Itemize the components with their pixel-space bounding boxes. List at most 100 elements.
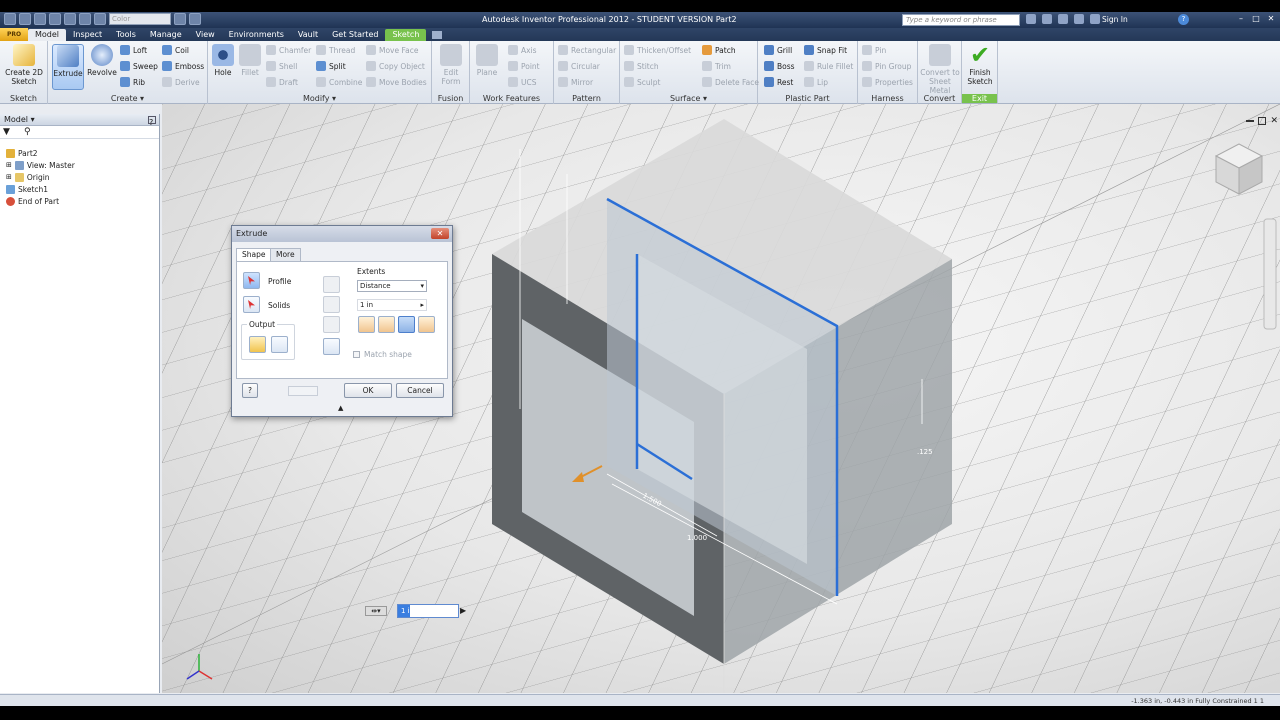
delete-face-button[interactable]: Delete Face [702,75,759,89]
tab-sketch[interactable]: Sketch [385,29,427,41]
rest-button[interactable]: Rest [764,75,793,89]
coil-button[interactable]: Coil [162,43,189,57]
subscription-icon[interactable] [1042,14,1052,24]
navigation-bar[interactable] [1263,218,1277,330]
sign-in-link[interactable]: Sign In [1102,15,1128,24]
output-surface-button[interactable] [271,336,288,353]
maximize-icon[interactable]: □ [1251,14,1261,24]
boss-button[interactable]: Boss [764,59,795,73]
tree-item-end-of-part[interactable]: End of Part [6,195,59,207]
trim-button[interactable]: Trim [702,59,731,73]
favorites-icon[interactable] [1074,14,1084,24]
distance-input[interactable]: 1 in ▸ [357,299,427,311]
shell-button[interactable]: Shell [266,59,297,73]
material-icon[interactable] [174,13,186,25]
ok-button[interactable]: OK [344,383,392,398]
profile-select-button[interactable] [243,272,260,289]
point-button[interactable]: Point [508,59,540,73]
combine-button[interactable]: Combine [316,75,362,89]
fillet-button[interactable]: Fillet [238,44,262,77]
save-icon[interactable] [34,13,46,25]
dialog-close-icon[interactable]: ✕ [431,228,449,239]
search-input[interactable]: Type a keyword or phrase [902,14,1020,26]
cut-button[interactable] [323,296,340,313]
join-button[interactable] [323,276,340,293]
copy-object-button[interactable]: Copy Object [366,59,425,73]
split-button[interactable]: Split [316,59,346,73]
rectangular-button[interactable]: Rectangular [558,43,616,57]
symmetric-button[interactable] [398,316,415,333]
browser-header[interactable]: Model ▾ ? [0,114,159,127]
viewport-restore-icon[interactable] [1246,120,1254,122]
finish-sketch-button[interactable]: ✔ Finish Sketch [964,43,996,86]
tree-item-origin[interactable]: ⊞ Origin [6,171,50,183]
cancel-button[interactable]: Cancel [396,383,444,398]
lip-button[interactable]: Lip [804,75,828,89]
tab-tools[interactable]: Tools [109,29,143,41]
tab-vault[interactable]: Vault [291,29,325,41]
mirror-button[interactable]: Mirror [558,75,593,89]
direction-1-button[interactable] [358,316,375,333]
extrude-button[interactable]: Extrude [52,44,84,90]
ucs-button[interactable]: UCS [508,75,537,89]
draft-button[interactable]: Draft [266,75,298,89]
extents-select[interactable]: Distance ▾ [357,280,427,292]
help-button[interactable]: ? [242,383,258,398]
rib-button[interactable]: Rib [120,75,145,89]
properties-button[interactable]: Properties [862,75,913,89]
stitch-button[interactable]: Stitch [624,59,659,73]
home-icon[interactable] [79,13,91,25]
derive-button[interactable]: Derive [162,75,200,89]
grill-button[interactable]: Grill [764,43,792,57]
revolve-button[interactable]: Revolve [86,44,118,77]
axis-button[interactable]: Axis [508,43,537,57]
asymmetric-button[interactable] [418,316,435,333]
expand-icon[interactable]: ⊞ [6,173,12,181]
redo-icon[interactable] [64,13,76,25]
thicken-offset-button[interactable]: Thicken/Offset [624,43,691,57]
emboss-button[interactable]: Emboss [162,59,204,73]
direction-2-button[interactable] [378,316,395,333]
tab-model[interactable]: Model [28,29,67,41]
tree-item-part2[interactable]: Part2 [6,147,38,159]
sculpt-button[interactable]: Sculpt [624,75,660,89]
panel-label-create[interactable]: Create ▾ [48,94,207,103]
match-shape-checkbox[interactable] [353,351,360,358]
viewport-maximize-icon[interactable] [1258,117,1266,125]
minimize-icon[interactable]: – [1236,14,1246,24]
undo-icon[interactable] [49,13,61,25]
panel-label-surface[interactable]: Surface ▾ [620,94,757,103]
convert-to-sheet-metal-button[interactable]: Convert to Sheet Metal [920,44,960,95]
tab-environments[interactable]: Environments [222,29,291,41]
move-face-button[interactable]: Move Face [366,43,418,57]
pin-button[interactable]: Pin [862,43,886,57]
tab-view[interactable]: View [189,29,222,41]
tab-manage[interactable]: Manage [143,29,189,41]
sweep-button[interactable]: Sweep [120,59,158,73]
intersect-button[interactable] [323,316,340,333]
solids-select-button[interactable] [243,296,260,313]
mini-toolbar-grip-icon[interactable]: ⇹▾ [365,606,387,616]
patch-button[interactable]: Patch [702,43,736,57]
help-icon[interactable]: ? [1178,14,1189,25]
tab-inspect[interactable]: Inspect [66,29,109,41]
chamfer-button[interactable]: Chamfer [266,43,311,57]
create-2d-sketch-button[interactable]: Create 2D Sketch [4,44,44,86]
mini-toolbar-arrow-icon[interactable]: ▶ [460,606,466,615]
edit-form-button[interactable]: Edit Form [436,44,466,86]
thread-button[interactable]: Thread [316,43,355,57]
new-icon[interactable] [4,13,16,25]
output-solid-button[interactable] [249,336,266,353]
tab-get-started[interactable]: Get Started [325,29,385,41]
new-solid-button[interactable] [323,338,340,355]
circular-button[interactable]: Circular [558,59,600,73]
pin-group-button[interactable]: Pin Group [862,59,911,73]
filter-icon[interactable]: ▼ [3,127,10,137]
application-button[interactable]: PRO [0,28,28,41]
update-icon[interactable] [189,13,201,25]
tab-shape[interactable]: Shape [236,248,272,261]
open-icon[interactable] [19,13,31,25]
expand-dialog-icon[interactable]: ▲ [338,404,343,412]
binoculars-icon[interactable] [1026,14,1036,24]
tree-item-view-master[interactable]: ⊞ View: Master [6,159,75,171]
